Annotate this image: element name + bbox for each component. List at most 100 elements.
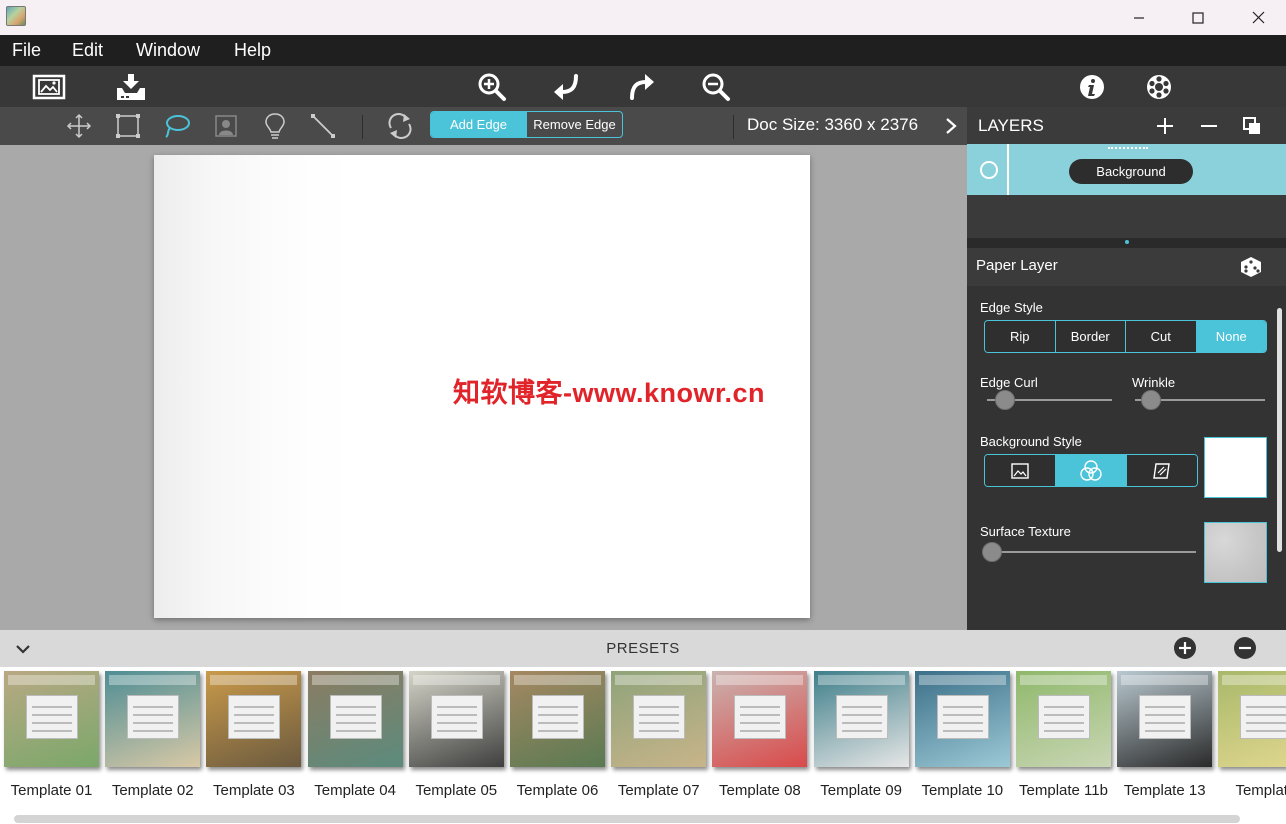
- info-button[interactable]: [1074, 69, 1110, 105]
- preset-thumbnail[interactable]: [712, 671, 808, 767]
- panel-resize-handle[interactable]: [967, 238, 1286, 248]
- layer-item-background[interactable]: Background: [967, 144, 1286, 195]
- lasso-icon: [165, 115, 190, 138]
- paper-layer-properties: Edge Style Rip Border Cut None Edge Curl…: [967, 286, 1286, 630]
- surface-texture-track[interactable]: [987, 551, 1196, 553]
- edge-style-border[interactable]: Border: [1054, 321, 1125, 352]
- preset-item[interactable]: Template 13: [1117, 671, 1213, 799]
- refresh-selection-button[interactable]: [385, 111, 415, 141]
- layer-visibility-radio[interactable]: [980, 161, 998, 179]
- move-tool[interactable]: [64, 111, 94, 141]
- preset-thumbnail[interactable]: [206, 671, 302, 767]
- rect-select-tool[interactable]: [113, 111, 143, 141]
- layer-divider: [1007, 144, 1009, 195]
- preset-item[interactable]: Template 04: [307, 671, 403, 799]
- add-preset-button[interactable]: [1172, 635, 1198, 661]
- preset-thumbnail[interactable]: [510, 671, 605, 767]
- minimize-button[interactable]: [1115, 0, 1163, 35]
- preset-label: Template 08: [719, 782, 801, 799]
- preset-item[interactable]: Template 01: [4, 671, 99, 799]
- settings-button[interactable]: [1141, 69, 1177, 105]
- color-circles-icon: [1080, 459, 1102, 481]
- save-button[interactable]: [113, 69, 149, 105]
- menu-file[interactable]: File: [12, 35, 41, 66]
- preset-item[interactable]: Template 08: [712, 671, 808, 799]
- chevron-down-icon: [16, 645, 30, 654]
- info-icon: [1080, 75, 1104, 99]
- menu-help[interactable]: Help: [234, 35, 271, 66]
- edge-style-cut[interactable]: Cut: [1125, 321, 1196, 352]
- preset-thumbnail[interactable]: [307, 671, 403, 767]
- preset-item[interactable]: Template: [1218, 671, 1286, 799]
- line-tool[interactable]: [308, 111, 338, 141]
- collapse-panel-button[interactable]: [938, 111, 964, 141]
- background-style-selector: [984, 454, 1198, 487]
- maximize-button[interactable]: [1174, 0, 1222, 35]
- zoom-out-button[interactable]: [698, 69, 734, 105]
- add-layer-button[interactable]: [1152, 113, 1178, 139]
- preset-label: Template 09: [820, 782, 902, 799]
- surface-texture-swatch[interactable]: [1204, 522, 1267, 583]
- preset-thumbnail[interactable]: [4, 671, 99, 767]
- zoom-out-icon: [702, 73, 730, 101]
- texture-paper-icon: [1153, 462, 1170, 479]
- layer-drag-handle[interactable]: [1108, 147, 1148, 149]
- background-color-swatch[interactable]: [1204, 437, 1267, 498]
- preset-label: Template 01: [10, 782, 93, 799]
- preset-thumbnail[interactable]: [914, 671, 1010, 767]
- preset-thumbnail[interactable]: [611, 671, 707, 767]
- preset-thumbnail[interactable]: [1117, 671, 1213, 767]
- wrinkle-slider[interactable]: [1140, 390, 1161, 410]
- close-button[interactable]: [1234, 0, 1282, 35]
- presets-strip: Template 01 Template 02 Template 03 Templat…: [0, 667, 1286, 824]
- edge-style-rip[interactable]: Rip: [985, 321, 1055, 352]
- remove-preset-button[interactable]: [1232, 635, 1258, 661]
- preset-item[interactable]: Template 03: [206, 671, 302, 799]
- minus-icon: [1201, 125, 1217, 127]
- preset-label: Template 02: [111, 782, 194, 799]
- edge-curl-slider[interactable]: [995, 390, 1016, 410]
- bg-style-color[interactable]: [1055, 455, 1126, 486]
- remove-layer-button[interactable]: [1196, 113, 1222, 139]
- properties-scrollbar[interactable]: [1277, 308, 1282, 552]
- presets-header: PRESETS: [0, 630, 1286, 667]
- preset-thumbnail[interactable]: [813, 671, 909, 767]
- light-tool[interactable]: [260, 111, 290, 141]
- preset-item[interactable]: Template 09: [813, 671, 909, 799]
- redo-button[interactable]: [624, 69, 660, 105]
- add-edge-button[interactable]: Add Edge: [431, 112, 526, 137]
- portrait-select-tool[interactable]: [211, 111, 241, 141]
- edge-style-none[interactable]: None: [1195, 321, 1266, 352]
- watermark-text: 知软博客-www.knowr.cn: [453, 378, 766, 408]
- bg-style-texture[interactable]: [1126, 455, 1197, 486]
- duplicate-layer-button[interactable]: [1239, 113, 1265, 139]
- preset-item[interactable]: Template 05: [408, 671, 504, 799]
- title-bar: [0, 0, 1286, 35]
- preset-item[interactable]: Template 02: [105, 671, 201, 799]
- layers-list-empty: [967, 195, 1286, 238]
- image-icon: [1011, 462, 1029, 479]
- preset-thumbnail[interactable]: [408, 671, 504, 767]
- preset-item[interactable]: Template 07: [611, 671, 707, 799]
- preset-thumbnail[interactable]: [105, 671, 201, 767]
- surface-texture-slider[interactable]: [982, 542, 1002, 562]
- zoom-in-button[interactable]: [474, 69, 510, 105]
- lasso-tool[interactable]: [162, 111, 192, 141]
- preset-item[interactable]: Template 06: [510, 671, 605, 799]
- presets-scrollbar[interactable]: [14, 815, 1240, 823]
- menu-edit[interactable]: Edit: [72, 35, 103, 66]
- undo-button[interactable]: [548, 69, 584, 105]
- remove-edge-button[interactable]: Remove Edge: [526, 112, 622, 137]
- bg-style-image[interactable]: [985, 455, 1055, 486]
- menu-window[interactable]: Window: [136, 35, 200, 66]
- preset-label: Template 06: [516, 782, 599, 799]
- preset-item[interactable]: Template 11b: [1016, 671, 1111, 799]
- randomize-button[interactable]: [1239, 255, 1263, 279]
- preset-thumbnail[interactable]: [1218, 671, 1286, 767]
- background-style-label: Background Style: [980, 434, 1082, 449]
- collapse-presets-button[interactable]: [10, 636, 36, 662]
- move-arrows-icon: [66, 113, 92, 139]
- preset-item[interactable]: Template 10: [914, 671, 1010, 799]
- open-image-button[interactable]: [31, 69, 67, 105]
- preset-thumbnail[interactable]: [1016, 671, 1111, 767]
